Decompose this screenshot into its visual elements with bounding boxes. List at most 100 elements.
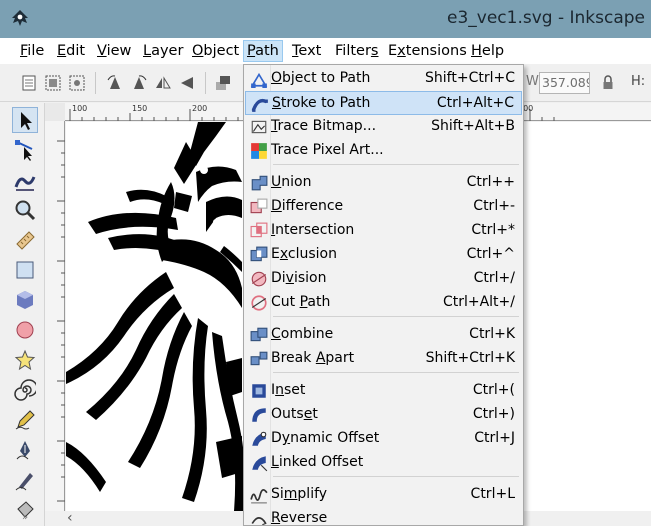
measure-tool[interactable] xyxy=(12,227,38,253)
spiral-tool[interactable] xyxy=(12,377,38,403)
menu-filters-label: Filter xyxy=(335,43,371,59)
menu-item-intersection[interactable]: Intersection Ctrl+* xyxy=(245,219,522,243)
menu-view-label: iew xyxy=(106,43,132,59)
menu-item-label: Union xyxy=(271,174,312,190)
exclusion-icon xyxy=(250,246,268,262)
menu-item-trace-pixel-art[interactable]: Trace Pixel Art... xyxy=(245,139,522,163)
calligraphy-tool[interactable] xyxy=(12,467,38,493)
toolbox xyxy=(0,103,45,526)
node-tool-icon xyxy=(15,140,33,161)
menu-item-label: Linked Offset xyxy=(271,454,364,470)
vertical-ruler[interactable] xyxy=(45,121,65,511)
rotate-ccw-icon[interactable] xyxy=(106,74,124,92)
menu-path-accel: P xyxy=(247,43,256,59)
menu-item-shortcut: Ctrl+L xyxy=(470,486,515,502)
menu-item-difference[interactable]: Difference Ctrl+- xyxy=(245,195,522,219)
menu-item-simplify[interactable]: Simplify Ctrl+L xyxy=(245,483,522,507)
pen-tool[interactable] xyxy=(12,437,38,463)
node-tool[interactable] xyxy=(12,137,38,163)
menu-item-shortcut: Ctrl+/ xyxy=(473,270,515,286)
selector-tool-icon xyxy=(21,112,32,130)
pencil-tool[interactable] xyxy=(12,407,38,433)
menu-item-break-apart[interactable]: Break Apart Shift+Ctrl+K xyxy=(245,347,522,371)
selector-tool[interactable] xyxy=(12,107,38,133)
menu-edit[interactable]: Edit xyxy=(54,40,88,62)
rectangle-tool[interactable] xyxy=(12,257,38,283)
flip-horizontal-icon[interactable] xyxy=(154,74,172,92)
menu-item-label: Exclusion xyxy=(271,246,337,262)
menu-item-shortcut: Shift+Alt+B xyxy=(431,118,515,134)
object-to-path-icon xyxy=(250,72,268,88)
menu-item-shortcut: Shift+Ctrl+C xyxy=(425,70,515,86)
menu-file-label: ile xyxy=(27,43,45,59)
raise-to-top-icon[interactable] xyxy=(214,74,232,92)
deselect-icon[interactable] xyxy=(68,74,86,92)
cut-path-icon xyxy=(251,295,267,311)
menu-view-accel: V xyxy=(97,43,107,59)
reverse-icon xyxy=(251,517,267,525)
menu-item-combine[interactable]: Combine Ctrl+K xyxy=(245,323,522,347)
menu-item-label: Difference xyxy=(271,198,344,214)
menu-view[interactable]: View xyxy=(94,40,134,62)
menu-item-label: Simplify xyxy=(271,486,328,502)
menu-item-exclusion[interactable]: Exclusion Ctrl+^ xyxy=(245,243,522,267)
menu-help[interactable]: Help xyxy=(468,40,507,62)
menu-item-division[interactable]: Division Ctrl+/ xyxy=(245,267,522,291)
menu-item-shortcut: Ctrl+^ xyxy=(466,246,515,262)
title-bar: e3_vec1.svg - Inkscape xyxy=(0,0,651,38)
menu-item-label: Stroke to Path xyxy=(272,95,371,111)
menu-item-label: Dynamic Offset xyxy=(271,430,380,446)
menu-item-label: Division xyxy=(271,270,327,286)
menu-item-linked-offset[interactable]: Linked Offset xyxy=(245,451,522,475)
lock-icon[interactable] xyxy=(602,75,614,91)
scroll-left-icon[interactable]: ‹ xyxy=(67,511,73,525)
spiral-tool-icon xyxy=(14,379,36,401)
menu-path-label: ath xyxy=(255,43,279,59)
measure-tool-icon xyxy=(16,231,35,250)
menu-item-shortcut: Ctrl+Alt+C xyxy=(436,95,514,111)
difference-icon xyxy=(250,198,268,214)
ellipse-tool[interactable] xyxy=(12,317,38,343)
menu-text-label: ext xyxy=(298,43,322,59)
menu-extensions-accel: x xyxy=(397,43,406,59)
tweak-tool[interactable] xyxy=(12,167,38,193)
trace-pixel-art-icon xyxy=(251,143,267,159)
menu-item-shortcut: Ctrl+J xyxy=(474,430,515,446)
select-all-icon[interactable] xyxy=(20,74,38,92)
menu-item-inset[interactable]: Inset Ctrl+( xyxy=(245,379,522,403)
division-icon xyxy=(251,271,267,287)
height-label: H: xyxy=(631,74,646,89)
width-field[interactable]: 357.089 xyxy=(539,72,590,94)
menu-item-outset[interactable]: Outset Ctrl+) xyxy=(245,403,522,427)
menu-layer[interactable]: Layer xyxy=(140,40,186,62)
menu-bar: File Edit View Layer Object Path Text Fi… xyxy=(0,38,651,64)
rotate-cw-icon[interactable] xyxy=(130,74,148,92)
menu-item-union[interactable]: Union Ctrl++ xyxy=(245,171,522,195)
menu-edit-accel: E xyxy=(57,43,67,59)
menu-item-cut-path[interactable]: Cut Path Ctrl+Alt+/ xyxy=(245,291,522,315)
star-tool[interactable] xyxy=(12,347,38,373)
menu-object[interactable]: Object xyxy=(189,40,242,62)
3d-box-tool[interactable] xyxy=(12,287,38,313)
menu-path[interactable]: Path xyxy=(243,40,283,62)
window-title: e3_vec1.svg - Inkscape xyxy=(446,8,645,28)
menu-item-object-to-path[interactable]: Object to Path Shift+Ctrl+C xyxy=(245,67,522,91)
menu-text[interactable]: Text xyxy=(289,40,324,62)
menu-item-stroke-to-path[interactable]: Stroke to Path Ctrl+Alt+C xyxy=(245,91,522,115)
select-all-layers-icon[interactable] xyxy=(44,74,62,92)
tweak-tool-icon xyxy=(14,176,36,191)
menu-filters[interactable]: Filters xyxy=(332,40,381,62)
menu-item-trace-bitmap[interactable]: Trace Bitmap... Shift+Alt+B xyxy=(245,115,522,139)
rectangle-tool-icon xyxy=(16,261,34,279)
menu-file[interactable]: File xyxy=(17,40,47,62)
menu-item-dynamic-offset[interactable]: Dynamic Offset Ctrl+J xyxy=(245,427,522,451)
menu-extensions-label: tensions xyxy=(405,43,467,59)
flip-vertical-icon[interactable] xyxy=(178,74,196,92)
toolbox-overflow-icon[interactable]: » xyxy=(22,512,28,523)
menu-extensions[interactable]: Extensions xyxy=(385,40,470,62)
zoom-tool[interactable] xyxy=(12,197,38,223)
pen-tool-icon xyxy=(16,441,30,460)
menu-item-label: Trace Bitmap... xyxy=(271,118,377,134)
menu-item-reverse[interactable]: Reverse xyxy=(245,507,522,525)
simplify-icon xyxy=(250,489,268,504)
